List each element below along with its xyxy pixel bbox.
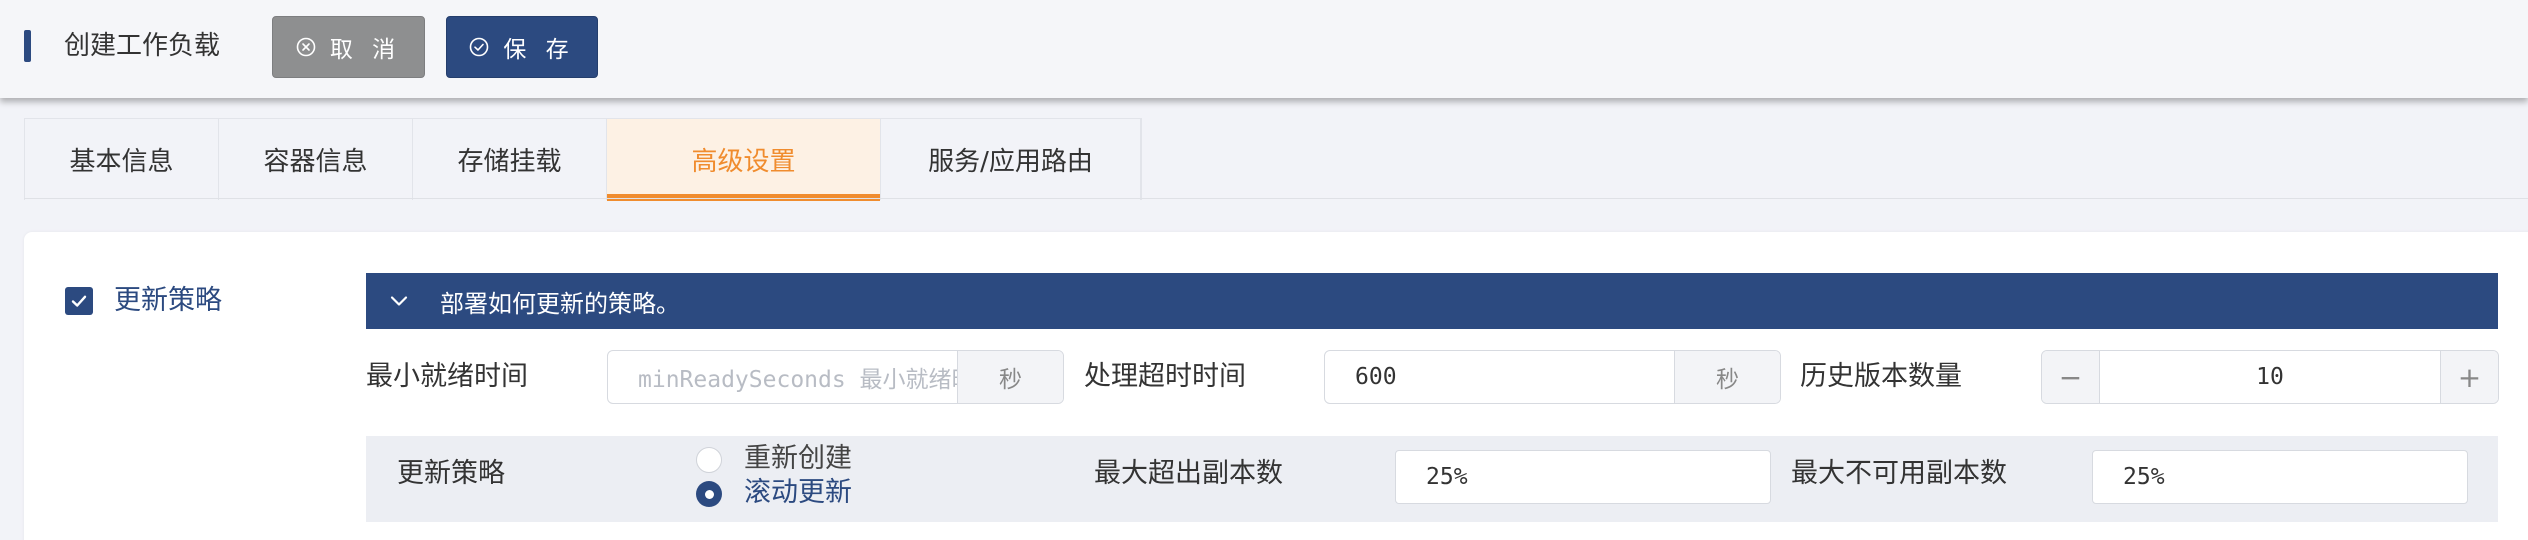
tab-service-routing[interactable]: 服务/应用路由 xyxy=(881,119,1141,200)
tab-basic-info[interactable]: 基本信息 xyxy=(25,119,219,200)
chevron-down-icon[interactable] xyxy=(388,290,410,312)
banner-text: 部署如何更新的策略。 xyxy=(440,289,680,318)
strategy-label: 更新策略 xyxy=(397,458,505,489)
update-strategy-banner[interactable]: 部署如何更新的策略。 xyxy=(366,273,2498,329)
max-unavailable-label: 最大不可用副本数 xyxy=(1791,458,2007,489)
history-value[interactable]: 10 xyxy=(2100,351,2440,403)
tabs-divider xyxy=(24,198,2528,199)
radio-recreate-label[interactable]: 重新创建 xyxy=(744,441,852,477)
min-ready-label: 最小就绪时间 xyxy=(366,361,528,392)
min-ready-input[interactable]: minReadySeconds 最小就绪时间 xyxy=(608,351,957,403)
timeout-input[interactable]: 600 xyxy=(1325,351,1674,403)
radio-rolling-update[interactable] xyxy=(696,481,722,507)
checkmark-icon xyxy=(71,295,87,307)
timeout-label: 处理超时时间 xyxy=(1084,361,1246,392)
radio-recreate[interactable] xyxy=(696,447,722,473)
title-accent-bar xyxy=(24,30,31,62)
tab-storage-mount[interactable]: 存储挂载 xyxy=(413,119,607,200)
tab-container-info[interactable]: 容器信息 xyxy=(219,119,413,200)
tab-bar: 基本信息 容器信息 存储挂载 高级设置 服务/应用路由 xyxy=(24,118,1142,201)
history-label: 历史版本数量 xyxy=(1800,361,1962,392)
history-stepper: − 10 + xyxy=(2041,350,2499,404)
radio-dot xyxy=(704,489,714,499)
max-surge-input[interactable]: 25% xyxy=(1395,450,1771,504)
radio-rolling-update-label[interactable]: 滚动更新 xyxy=(744,475,852,511)
page-header: 创建工作负载 取 消 保 存 xyxy=(0,0,2528,98)
save-button[interactable]: 保 存 xyxy=(446,16,598,78)
cancel-button[interactable]: 取 消 xyxy=(272,16,425,78)
max-unavailable-input[interactable]: 25% xyxy=(2092,450,2468,504)
max-surge-label: 最大超出副本数 xyxy=(1094,458,1283,489)
min-ready-unit: 秒 xyxy=(957,351,1063,403)
page-title: 创建工作负载 xyxy=(64,31,221,61)
min-ready-input-group: minReadySeconds 最小就绪时间 秒 xyxy=(607,350,1064,404)
save-button-label: 保 存 xyxy=(503,37,575,63)
cancel-button-label: 取 消 xyxy=(329,37,402,63)
update-strategy-checkbox[interactable] xyxy=(65,287,93,315)
timeout-unit: 秒 xyxy=(1674,351,1780,403)
update-strategy-checkbox-label[interactable]: 更新策略 xyxy=(114,282,222,320)
tab-advanced-settings[interactable]: 高级设置 xyxy=(607,119,881,201)
decrement-button[interactable]: − xyxy=(2042,351,2100,403)
close-circle-icon xyxy=(296,37,316,57)
check-circle-icon xyxy=(469,37,489,57)
timeout-input-group: 600 秒 xyxy=(1324,350,1781,404)
increment-button[interactable]: + xyxy=(2440,351,2498,403)
